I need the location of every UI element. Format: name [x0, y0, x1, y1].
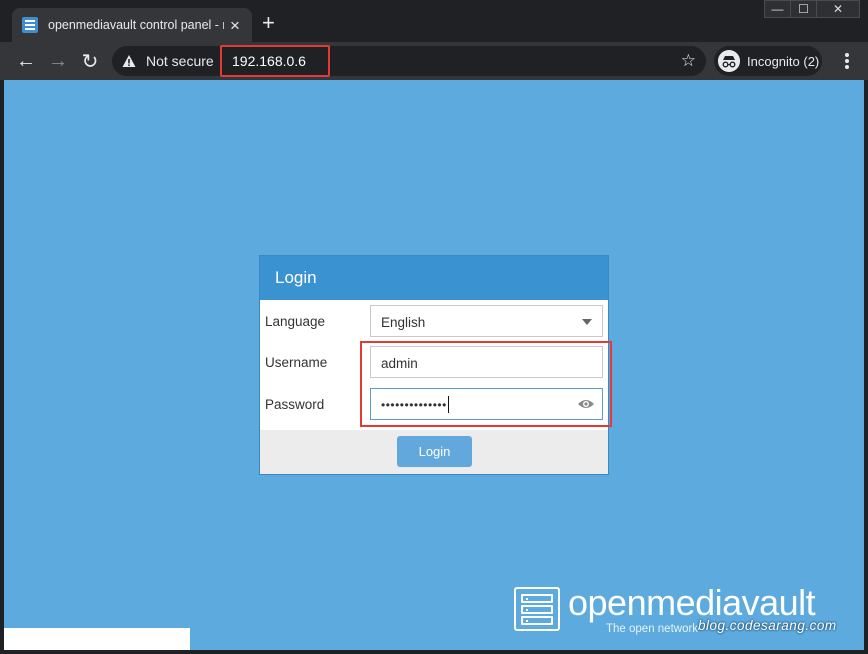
new-tab-button[interactable]: +	[262, 12, 275, 34]
browser-menu-icon[interactable]	[838, 52, 856, 70]
browser-tab[interactable]: openmediavault control panel - r ×	[12, 8, 252, 42]
browser-titlebar: openmediavault control panel - r × + — ☐…	[0, 0, 868, 42]
blog-watermark: blog.codesarang.com	[698, 618, 837, 633]
reload-icon[interactable]: ↻	[78, 49, 102, 73]
tab-title: openmediavault control panel - r	[48, 18, 224, 32]
login-panel-title: Login	[260, 256, 608, 300]
chevron-down-icon[interactable]	[582, 319, 592, 325]
login-footer: Login	[260, 430, 608, 474]
server-rack-icon	[514, 587, 560, 631]
language-label: Language	[265, 314, 326, 329]
openmediavault-favicon-icon	[22, 17, 38, 33]
language-value: English	[381, 315, 426, 330]
maximize-button[interactable]: ☐	[790, 0, 817, 18]
forward-arrow-icon[interactable]: →	[46, 49, 70, 73]
incognito-icon	[718, 50, 740, 72]
incognito-label: Incognito (2)	[747, 53, 820, 69]
language-select[interactable]: English	[370, 305, 603, 337]
close-window-button[interactable]: ✕	[816, 0, 860, 18]
bookmark-star-icon[interactable]: ☆	[681, 51, 696, 71]
address-bar[interactable]: Not secure 192.168.0.6 ☆	[112, 45, 706, 77]
browser-toolbar: ← → ↻ Not secure 192.168.0.6 ☆ Incognito…	[0, 42, 868, 80]
login-panel: Login Language English Username admin Pa…	[259, 255, 612, 475]
window-controls: — ☐ ✕	[764, 0, 860, 18]
status-strip	[4, 628, 190, 650]
credentials-highlight-box	[360, 341, 612, 427]
language-row: Language English	[260, 305, 608, 339]
not-secure-label[interactable]: Not secure	[146, 53, 214, 69]
username-label: Username	[265, 355, 328, 370]
password-label: Password	[265, 397, 325, 412]
brand-tagline: The open network	[606, 623, 699, 635]
page-content: Login Language English Username admin Pa…	[4, 80, 864, 650]
login-button[interactable]: Login	[397, 436, 472, 467]
url-text: 192.168.0.6	[232, 53, 306, 69]
url-highlight-box[interactable]: 192.168.0.6	[220, 45, 330, 77]
incognito-indicator[interactable]: Incognito (2)	[714, 46, 822, 76]
back-arrow-icon[interactable]: ←	[14, 49, 38, 73]
tab-close-icon[interactable]: ×	[230, 17, 240, 34]
minimize-button[interactable]: —	[764, 0, 791, 18]
warning-triangle-icon	[122, 55, 136, 67]
